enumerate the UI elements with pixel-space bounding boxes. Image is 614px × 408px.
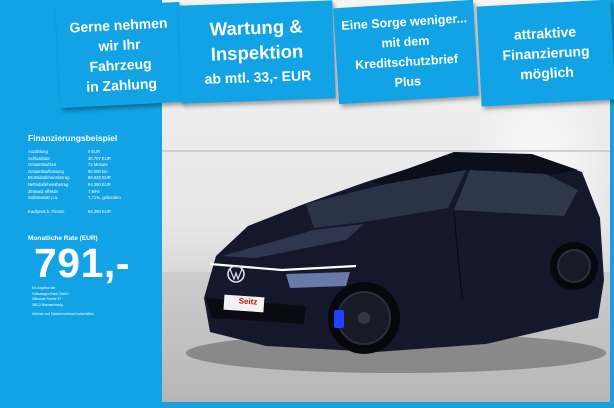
financing-row: Zinssatz effektiv 7,99%	[28, 188, 100, 194]
banner-credit-protection: Eine Sorge weniger... mit dem Kreditschu…	[333, 0, 479, 105]
offer-address: Ein Angebot der Volkswagen Bank GmbH Gif…	[32, 286, 69, 307]
financing-row: Gesamtlaufleistung 60.000 km	[28, 168, 108, 174]
financing-row: Schlussrate 30.707 EUR	[28, 155, 111, 161]
financing-example: Finanzierungsbeispiel Anzahlung 0 EUR Sch…	[28, 133, 158, 214]
financing-row: Gesamtlaufzeit 72 Monate	[28, 162, 108, 168]
banner-financing: attraktive Finanzierung möglich	[476, 0, 614, 107]
purchase-price-label: Kaufpreis b. Finanz.	[28, 208, 66, 214]
purchase-price-value: 64.390 EUR	[88, 208, 111, 214]
financing-row: Anzahlung 0 EUR	[28, 149, 101, 154]
car-image	[186, 152, 606, 373]
disclaimer-footnote: Irrtümer und Zwischenverkauf vorbehalten	[32, 312, 94, 316]
banner-trade-in: Gerne nehmen wir Ihr Fahrzeug in Zahlung	[55, 1, 185, 109]
monthly-rate-value: 791,-	[34, 240, 130, 286]
bottom-edge-strip	[162, 402, 614, 408]
purchase-price-row: Kaufpreis b. Finanz. 64.390 EUR	[28, 209, 158, 214]
financing-row: Bruttodarlehensbetrag 86.628 EUR	[28, 175, 111, 181]
financing-table: Anzahlung 0 EUR Schlussrate 30.707 EUR Ges…	[28, 149, 158, 202]
ad-canvas: Seitz Finanzierungsbeispiel Anzahlung 0 E…	[0, 0, 614, 408]
financing-row: Sollzinssatz p.a. 7,71%, gebunden	[28, 195, 121, 201]
banner-maintenance: Wartung & Inspektion ab mtl. 33,- EUR	[178, 0, 336, 104]
financing-row: Nettodarlehensbetrag 64.390 EUR	[28, 181, 111, 187]
financing-title: Finanzierungsbeispiel	[28, 133, 118, 143]
